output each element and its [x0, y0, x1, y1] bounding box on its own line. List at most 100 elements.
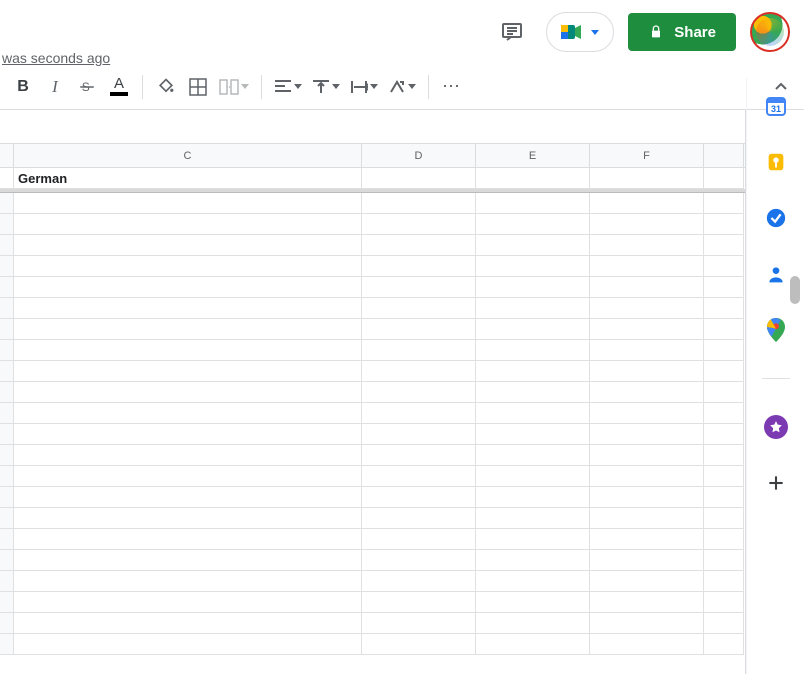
row-header[interactable] [0, 382, 14, 403]
row-empty[interactable] [0, 256, 745, 277]
column-headers[interactable]: C D E F [0, 144, 745, 168]
cell[interactable] [362, 319, 476, 340]
row-header[interactable] [0, 529, 14, 550]
cell[interactable] [704, 256, 744, 277]
row-header[interactable] [0, 613, 14, 634]
cell[interactable] [590, 403, 704, 424]
cell[interactable] [704, 487, 744, 508]
cell[interactable] [14, 613, 362, 634]
cell[interactable] [14, 403, 362, 424]
cell[interactable] [362, 403, 476, 424]
cell[interactable] [362, 634, 476, 655]
cell[interactable] [704, 550, 744, 571]
cell[interactable] [704, 214, 744, 235]
keep-icon[interactable] [764, 150, 788, 174]
cell[interactable] [476, 529, 590, 550]
row-empty[interactable] [0, 466, 745, 487]
row-header[interactable] [0, 277, 14, 298]
row-empty[interactable] [0, 508, 745, 529]
row-header[interactable] [0, 487, 14, 508]
cell[interactable] [14, 235, 362, 256]
cell[interactable] [704, 319, 744, 340]
row-empty[interactable] [0, 529, 745, 550]
row-header[interactable] [0, 340, 14, 361]
row-empty[interactable] [0, 214, 745, 235]
cell[interactable] [590, 445, 704, 466]
cell[interactable] [704, 613, 744, 634]
column-header-e[interactable]: E [476, 144, 590, 167]
cell[interactable] [14, 298, 362, 319]
share-button[interactable]: Share [628, 13, 736, 51]
row-empty[interactable] [0, 403, 745, 424]
cell-f1[interactable] [590, 168, 704, 189]
row-empty[interactable] [0, 550, 745, 571]
cell[interactable] [14, 193, 362, 214]
cell[interactable] [362, 550, 476, 571]
meet-button[interactable] [546, 12, 614, 52]
vertical-align-button[interactable] [308, 72, 344, 102]
cell[interactable] [704, 466, 744, 487]
cell[interactable] [590, 571, 704, 592]
cell[interactable] [476, 193, 590, 214]
row-empty[interactable] [0, 340, 745, 361]
row-header[interactable] [0, 256, 14, 277]
row-header[interactable] [0, 571, 14, 592]
cell[interactable] [590, 550, 704, 571]
cell[interactable] [704, 298, 744, 319]
cell[interactable] [476, 256, 590, 277]
cell[interactable] [476, 508, 590, 529]
row-empty[interactable] [0, 277, 745, 298]
cell[interactable] [362, 508, 476, 529]
cell[interactable] [362, 382, 476, 403]
row-header[interactable] [0, 508, 14, 529]
cell[interactable] [362, 277, 476, 298]
cell[interactable] [590, 529, 704, 550]
cell[interactable] [476, 634, 590, 655]
cell[interactable] [362, 592, 476, 613]
contacts-icon[interactable] [764, 262, 788, 286]
cell[interactable] [14, 319, 362, 340]
cell[interactable] [362, 529, 476, 550]
cell[interactable] [476, 235, 590, 256]
cell-c1[interactable]: German [14, 168, 362, 189]
row-header[interactable] [0, 235, 14, 256]
cell[interactable] [590, 613, 704, 634]
cell[interactable] [704, 592, 744, 613]
cell[interactable] [362, 466, 476, 487]
addon-icon[interactable] [764, 415, 788, 439]
cell[interactable] [476, 445, 590, 466]
cell[interactable] [362, 298, 476, 319]
bold-button[interactable]: B [8, 72, 38, 102]
column-header-partial[interactable] [704, 144, 744, 167]
cell[interactable] [14, 571, 362, 592]
cell-d1[interactable] [362, 168, 476, 189]
cell[interactable] [14, 592, 362, 613]
cell[interactable] [590, 235, 704, 256]
cell[interactable] [590, 508, 704, 529]
row-empty[interactable] [0, 361, 745, 382]
row-header[interactable] [0, 319, 14, 340]
cell[interactable] [704, 382, 744, 403]
cell[interactable] [14, 214, 362, 235]
cell[interactable] [476, 319, 590, 340]
cell[interactable] [590, 424, 704, 445]
cell[interactable] [362, 340, 476, 361]
cell[interactable] [476, 403, 590, 424]
cell-g1[interactable] [704, 168, 744, 189]
cell[interactable] [590, 592, 704, 613]
cell[interactable] [704, 529, 744, 550]
row-empty[interactable] [0, 592, 745, 613]
tasks-icon[interactable] [764, 206, 788, 230]
select-all-corner[interactable] [0, 144, 14, 167]
cell[interactable] [590, 634, 704, 655]
cell[interactable] [476, 382, 590, 403]
cell[interactable] [590, 277, 704, 298]
cell[interactable] [704, 634, 744, 655]
borders-button[interactable] [183, 72, 213, 102]
cell[interactable] [476, 613, 590, 634]
cell-e1[interactable] [476, 168, 590, 189]
row-empty[interactable] [0, 445, 745, 466]
cell[interactable] [14, 340, 362, 361]
cell[interactable] [704, 235, 744, 256]
cell[interactable] [362, 487, 476, 508]
